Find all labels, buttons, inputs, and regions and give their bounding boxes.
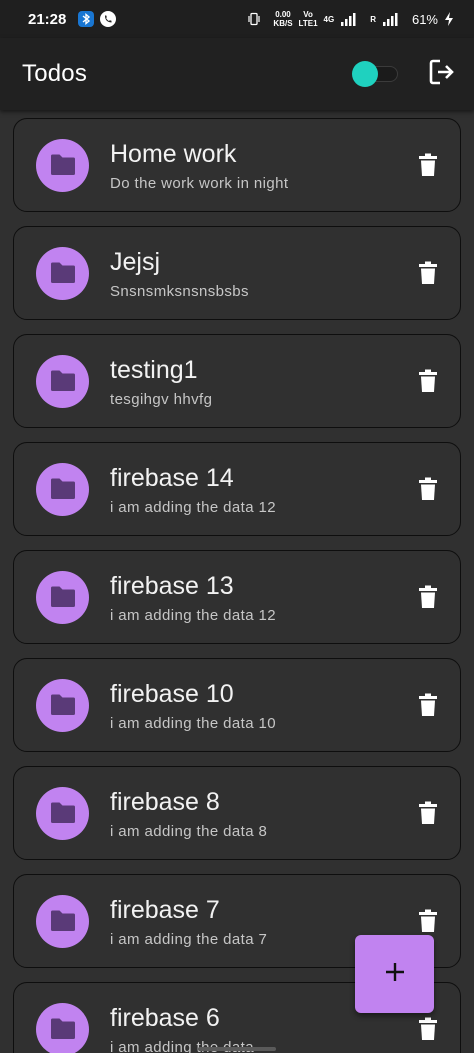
logout-icon (427, 57, 457, 92)
todo-texts: firebase 14 i am adding the data 12 (110, 463, 414, 516)
folder-icon (50, 1018, 75, 1039)
todo-texts: firebase 8 i am adding the data 8 (110, 787, 414, 840)
status-time: 21:28 (28, 10, 67, 28)
todo-title: firebase 7 (110, 895, 220, 924)
theme-toggle[interactable] (352, 61, 398, 87)
trash-icon (419, 585, 437, 608)
folder-icon (50, 478, 75, 499)
todo-texts: Jejsj Snsnsmksnsnsbsbs (110, 247, 414, 300)
todo-title: testing1 (110, 355, 198, 384)
todo-subtitle: i am adding the data 12 (110, 606, 276, 624)
todo-card[interactable]: firebase 10 i am adding the data 10 (13, 658, 461, 752)
todo-avatar (36, 894, 89, 948)
todo-card[interactable]: firebase 14 i am adding the data 12 (13, 442, 461, 536)
app-bar: Todos (0, 38, 474, 110)
battery-level: 61% (411, 11, 438, 27)
logout-button[interactable] (426, 58, 458, 90)
todo-avatar (36, 138, 89, 192)
folder-icon (50, 910, 75, 931)
network-type: 4G (323, 14, 335, 24)
todo-title: Jejsj (110, 247, 161, 276)
delete-button[interactable] (414, 259, 442, 287)
trash-icon (419, 1017, 437, 1040)
delete-button[interactable] (414, 583, 442, 611)
delete-button[interactable] (414, 475, 442, 503)
delete-button[interactable] (414, 1015, 442, 1043)
gesture-bar (198, 1047, 276, 1051)
todo-subtitle: tesgihgv hhvfg (110, 390, 213, 408)
trash-icon (419, 693, 437, 716)
delete-button[interactable] (414, 151, 442, 179)
todo-texts: testing1 tesgihgv hhvfg (110, 355, 414, 408)
page-title: Todos (22, 60, 88, 87)
todo-card[interactable]: testing1 tesgihgv hhvfg (13, 334, 461, 428)
folder-icon (50, 586, 75, 607)
todo-texts: firebase 10 i am adding the data 10 (110, 679, 414, 732)
phone-call-icon (100, 11, 117, 27)
signal-icon (340, 12, 358, 26)
delete-button[interactable] (414, 691, 442, 719)
todo-subtitle: i am adding the data 12 (110, 498, 276, 516)
todo-subtitle: Snsnsmksnsnsbsbs (110, 282, 249, 300)
todo-card[interactable]: Jejsj Snsnsmksnsnsbsbs (13, 226, 461, 320)
todo-avatar (36, 570, 89, 624)
folder-icon (50, 370, 75, 391)
trash-icon (419, 369, 437, 392)
folder-icon (50, 154, 75, 175)
todo-card[interactable]: firebase 8 i am adding the data 8 (13, 766, 461, 860)
todo-texts: Home work Do the work work in night (110, 139, 414, 192)
todo-list[interactable]: Home work Do the work work in night Jejs… (0, 110, 474, 1053)
todo-subtitle: Do the work work in night (110, 174, 289, 192)
todo-texts: firebase 13 i am adding the data 12 (110, 571, 414, 624)
roaming-indicator: R (370, 14, 376, 24)
todo-avatar (36, 786, 89, 840)
todo-title: firebase 13 (110, 571, 234, 600)
delete-button[interactable] (414, 799, 442, 827)
todo-subtitle: i am adding the data 8 (110, 822, 268, 840)
todo-title: firebase 14 (110, 463, 234, 492)
plus-icon (384, 961, 406, 988)
status-bar: 21:28 0.00 KB/S Vo LTE1 4G R 61% (0, 0, 474, 38)
todo-subtitle: i am adding the data 10 (110, 714, 276, 732)
toggle-thumb (352, 61, 378, 87)
bluetooth-icon (78, 11, 95, 27)
delete-button[interactable] (414, 367, 442, 395)
signal-icon (382, 12, 400, 26)
todo-card[interactable]: firebase 13 i am adding the data 12 (13, 550, 461, 644)
trash-icon (419, 909, 437, 932)
todo-title: Home work (110, 139, 237, 168)
vibrate-icon (247, 12, 261, 26)
todo-avatar (36, 1002, 89, 1053)
todo-avatar (36, 678, 89, 732)
trash-icon (419, 153, 437, 176)
charging-icon (444, 12, 454, 26)
todo-avatar (36, 462, 89, 516)
volte-indicator: Vo LTE1 (298, 10, 318, 28)
delete-button[interactable] (414, 907, 442, 935)
trash-icon (419, 801, 437, 824)
folder-icon (50, 262, 75, 283)
todo-avatar (36, 354, 89, 408)
todo-card[interactable]: Home work Do the work work in night (13, 118, 461, 212)
trash-icon (419, 477, 437, 500)
trash-icon (419, 261, 437, 284)
todo-title: firebase 8 (110, 787, 220, 816)
todo-title: firebase 10 (110, 679, 234, 708)
network-speed: 0.00 KB/S (273, 10, 293, 28)
folder-icon (50, 694, 75, 715)
add-todo-button[interactable] (355, 935, 434, 1013)
folder-icon (50, 802, 75, 823)
todo-avatar (36, 246, 89, 300)
